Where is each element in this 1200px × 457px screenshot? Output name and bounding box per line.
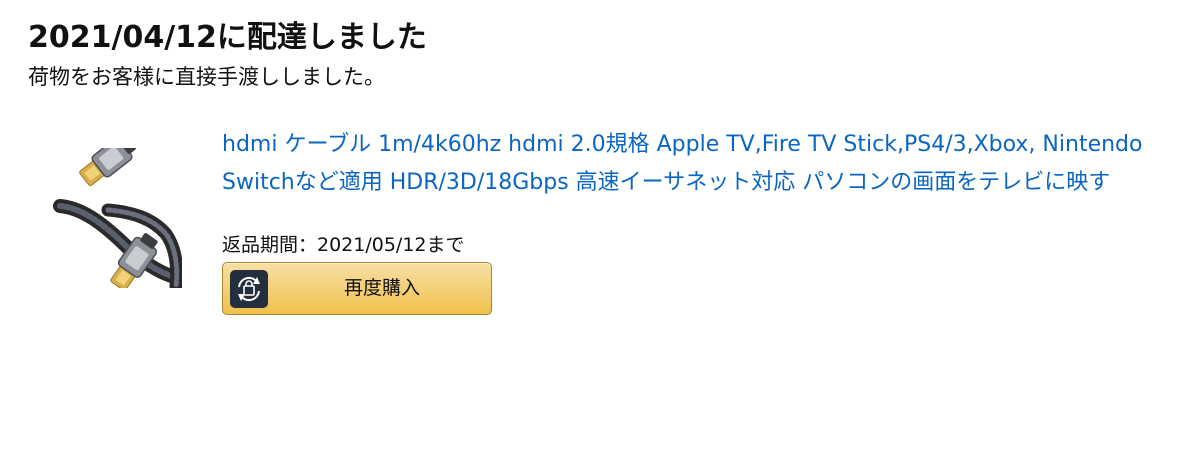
product-title-link[interactable]: hdmi ケーブル 1m/4k60hz hdmi 2.0規格 Apple TV,… [222,126,1182,202]
order-delivery-page: 2021/04/12に配達しました 荷物をお客様に直接手渡ししました。 hdmi… [0,0,1200,457]
buy-again-label: 再度購入 [343,277,420,299]
delivery-status-title: 2021/04/12に配達しました [28,20,427,55]
return-period-text: 返品期間：2021/05/12まで [222,234,465,256]
buy-again-button[interactable]: 再度購入 [222,262,492,315]
buy-again-icon [230,270,268,308]
order-item: hdmi ケーブル 1m/4k60hz hdmi 2.0規格 Apple TV,… [0,120,1200,330]
delivery-status-detail: 荷物をお客様に直接手渡ししました。 [28,65,385,89]
hdmi-cable-product-image[interactable] [52,136,185,293]
